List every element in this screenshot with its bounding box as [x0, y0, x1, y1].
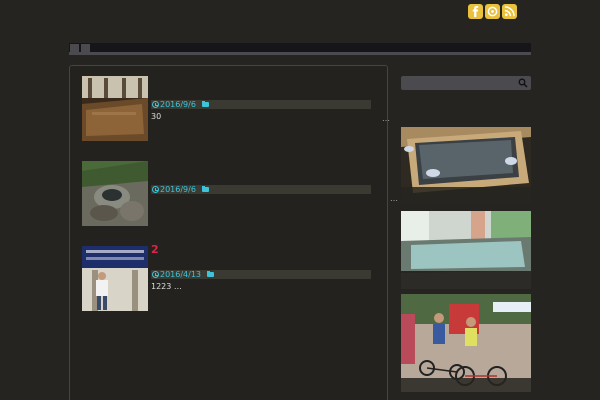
post-excerpt: 1223 … — [151, 282, 182, 291]
sidebar-thumbnail[interactable] — [401, 294, 531, 392]
post-thumbnail[interactable] — [82, 246, 148, 311]
post-excerpt: 30 — [151, 112, 162, 121]
folder-icon — [201, 185, 209, 192]
post-thumbnail[interactable] — [82, 161, 148, 226]
post-thumbnail[interactable] — [82, 76, 148, 141]
post-meta: 2016/9/6 — [151, 100, 371, 109]
post-title[interactable]: 2 — [151, 244, 159, 256]
post-meta: 2016/9/6 — [151, 185, 371, 194]
post-item[interactable]: 2016/9/6 … — [82, 161, 398, 227]
main-navigation — [69, 43, 531, 55]
clock-icon — [152, 271, 159, 278]
nav-item-menu[interactable] — [81, 44, 90, 55]
post-list: 2016/9/6 30 … 2016/9/6 … 2 2016/4/13 122… — [69, 65, 398, 400]
social-links — [468, 4, 517, 19]
post-date: 2016/9/6 — [160, 100, 196, 109]
post-date: 2016/9/6 — [160, 185, 196, 194]
clock-icon — [152, 186, 159, 193]
nav-item-home[interactable] — [70, 44, 79, 55]
hatena-icon[interactable] — [485, 4, 500, 19]
post-meta: 2016/4/13 — [151, 270, 371, 279]
post-item[interactable]: 2 2016/4/13 1223 … — [82, 244, 382, 312]
post-item[interactable]: 2016/9/6 30 … — [82, 76, 390, 142]
folder-icon — [207, 270, 215, 277]
search-input[interactable] — [401, 76, 531, 90]
facebook-icon[interactable] — [468, 4, 483, 19]
rss-icon[interactable] — [502, 4, 517, 19]
sidebar-thumbnail[interactable] — [401, 127, 531, 203]
read-more-link[interactable]: … — [390, 195, 398, 203]
sidebar-thumbnail[interactable] — [401, 211, 531, 289]
read-more-link[interactable]: … — [382, 115, 390, 123]
clock-icon — [152, 101, 159, 108]
search-icon[interactable] — [518, 78, 528, 88]
post-date: 2016/4/13 — [160, 270, 202, 279]
folder-icon — [201, 100, 209, 107]
